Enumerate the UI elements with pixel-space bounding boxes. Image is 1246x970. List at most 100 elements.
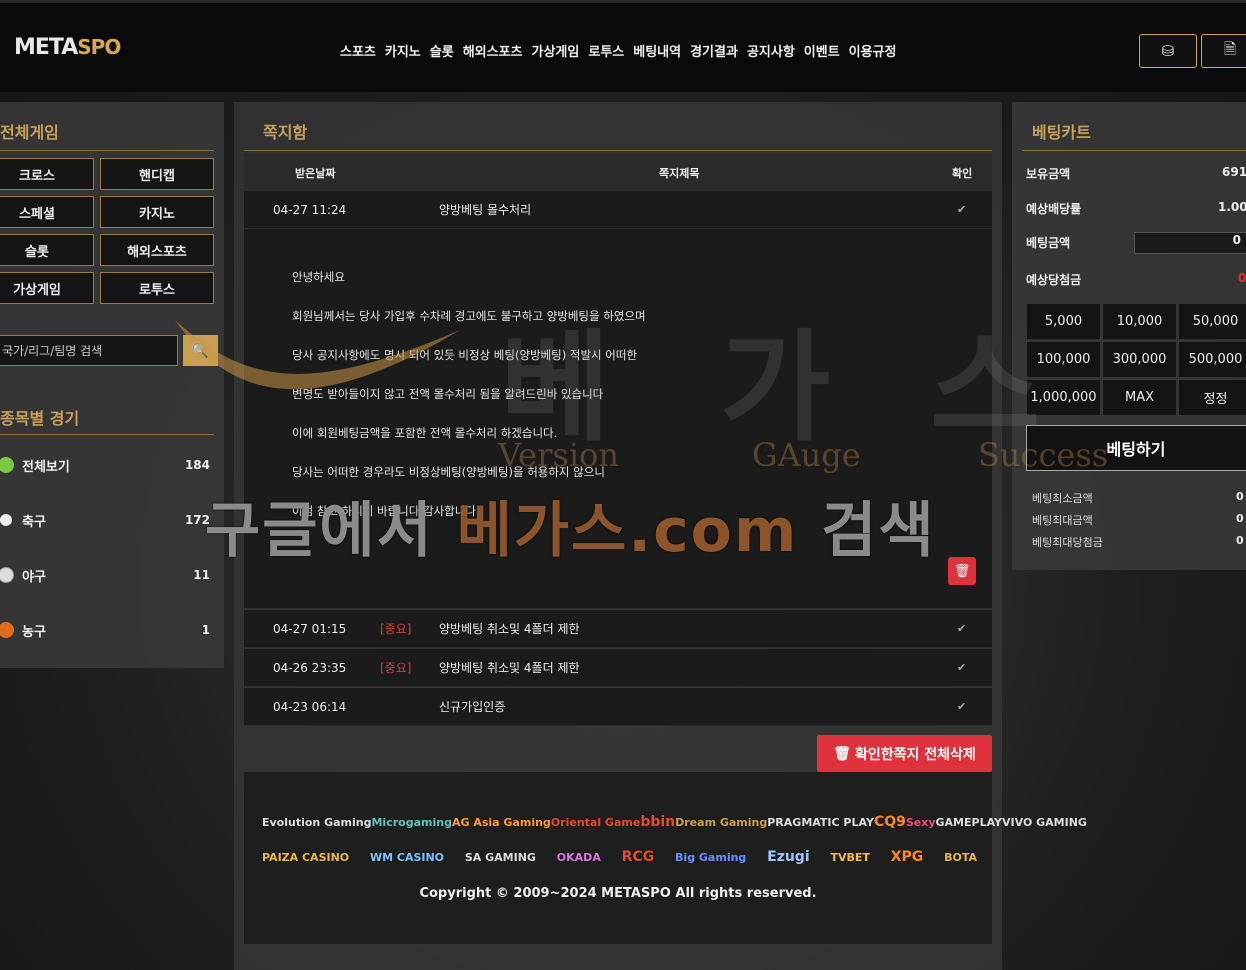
amount-reset-button[interactable]: 정정 xyxy=(1179,380,1246,415)
game-handicap-button[interactable]: 핸디캡 xyxy=(100,158,214,190)
nav-virtual-game[interactable]: 가상게임 xyxy=(532,41,580,60)
footer: Evolution Gaming Microgaming AG Asia Gam… xyxy=(244,772,1087,944)
sport-basketball[interactable]: 농구 1 xyxy=(0,615,210,645)
watermark-brand: 베가스.com xyxy=(456,496,799,566)
expected-win-label: 예상당첨금 xyxy=(1026,273,1082,287)
label: 정정 xyxy=(1203,392,1228,407)
amount-500000-button[interactable]: 500,000 xyxy=(1179,342,1246,377)
league-search-input[interactable]: 국가/리그/팀명 검색 xyxy=(0,335,178,366)
check-circle-icon: ✔ xyxy=(957,661,967,674)
message-subject: 양방베팅 몰수처리 xyxy=(439,203,532,217)
label: 5,000 xyxy=(1044,314,1083,329)
game-slot-button[interactable]: 슬롯 xyxy=(0,234,94,266)
amount-300000-button[interactable]: 300,000 xyxy=(1103,342,1176,377)
watermark-sub-text: GAuge xyxy=(752,436,861,474)
provider-logo: Evolution Gaming xyxy=(262,815,372,829)
bet-amount-input[interactable]: 0 xyxy=(1134,232,1246,254)
soccer-ball-icon xyxy=(0,512,14,528)
amount-50000-button[interactable]: 50,000 xyxy=(1179,304,1246,339)
sport-name: 농구 xyxy=(22,624,46,640)
amount-max-button[interactable]: MAX xyxy=(1103,380,1176,415)
bet-amount-label: 베팅금액 xyxy=(1026,236,1071,250)
amount-10000-button[interactable]: 10,000 xyxy=(1103,304,1176,339)
nav-slot[interactable]: 슬롯 xyxy=(430,41,454,60)
message-row[interactable]: 04-23 06:14 신규가입인증 ✔ xyxy=(244,688,992,726)
provider-logo: VIVO GAMING xyxy=(1002,815,1087,829)
check-circle-icon: ✔ xyxy=(957,700,967,713)
label: 해외스포츠 xyxy=(127,244,187,260)
provider-logo: PRAGMATIC PLAY xyxy=(767,815,874,829)
document-button[interactable]: 🗎 xyxy=(1201,34,1246,68)
sport-name: 전체보기 xyxy=(22,459,70,475)
nav-casino[interactable]: 카지노 xyxy=(385,41,421,60)
provider-logo: SA GAMING xyxy=(464,850,536,864)
nav-overseas-sports[interactable]: 해외스포츠 xyxy=(463,41,523,60)
sport-count: 11 xyxy=(193,568,210,582)
important-tag: [중요] xyxy=(380,622,412,636)
provider-logo: XPG xyxy=(890,849,924,865)
nav-event[interactable]: 이벤트 xyxy=(804,41,840,60)
provider-logo: OKADA xyxy=(556,850,601,864)
logo-meta-text: META xyxy=(14,35,78,60)
coins-button[interactable]: ⛁ xyxy=(1139,34,1197,68)
label: 가상게임 xyxy=(13,282,61,298)
provider-logo: Sexy xyxy=(905,815,936,829)
nav-rules[interactable]: 이용규정 xyxy=(849,41,897,60)
delete-message-button[interactable]: 🗑 xyxy=(948,557,976,585)
important-tag: [중요] xyxy=(380,661,412,675)
game-virtual-button[interactable]: 가상게임 xyxy=(0,272,94,304)
game-overseas-button[interactable]: 해외스포츠 xyxy=(100,234,214,266)
metaspo-logo[interactable]: METASPO xyxy=(14,35,121,60)
logo-spo-text: SPO xyxy=(77,35,121,59)
provider-logo: PAIZA CASINO xyxy=(262,850,350,864)
provider-logos-row-1: Evolution Gaming Microgaming AG Asia Gam… xyxy=(262,814,1087,830)
sport-name: 야구 xyxy=(22,569,46,585)
divider xyxy=(244,150,992,151)
game-cross-button[interactable]: 크로스 xyxy=(0,158,94,190)
max-bet-label: 베팅최대금액 xyxy=(1032,514,1093,527)
check-circle-icon: ✔ xyxy=(957,203,967,216)
message-date: 04-27 11:24 xyxy=(273,202,347,217)
game-special-button[interactable]: 스페셜 xyxy=(0,196,94,228)
message-row-open[interactable]: 04-27 11:24 양방베팅 몰수처리 ✔ xyxy=(244,191,992,229)
sport-all[interactable]: 전체보기 184 xyxy=(0,450,210,480)
trash-icon: 🗑 xyxy=(833,745,851,762)
nav-bet-history[interactable]: 베팅내역 xyxy=(633,41,681,60)
message-row[interactable]: 04-26 23:35 [중요] 양방베팅 취소및 4폴더 제한 ✔ xyxy=(244,649,992,687)
odds-label: 예상배당률 xyxy=(1026,202,1082,216)
message-date: 04-23 06:14 xyxy=(273,699,347,714)
message-table-header: 받은날짜 쪽지제목 확인 xyxy=(244,154,992,191)
max-win-value: 0 xyxy=(1236,534,1244,547)
copyright-text: Copyright © 2009~2024 METASPO All rights… xyxy=(419,886,817,901)
watermark-prefix: 구글에서 xyxy=(205,496,457,566)
nav-notice[interactable]: 공지사항 xyxy=(747,41,795,60)
header: METASPO 스포츠 카지노 슬롯 해외스포츠 가상게임 로투스 베팅내역 경… xyxy=(0,0,1246,92)
divider xyxy=(0,150,214,151)
provider-logo: AG Asia Gaming xyxy=(451,815,551,829)
nav-sports[interactable]: 스포츠 xyxy=(340,41,376,60)
game-lotus-button[interactable]: 로투스 xyxy=(100,272,214,304)
provider-logo: Ezugi xyxy=(767,849,810,865)
col-subject: 쪽지제목 xyxy=(659,166,700,180)
coins-icon: ⛁ xyxy=(1161,42,1175,60)
watermark-sub-text: Success xyxy=(978,436,1109,474)
provider-logo: CQ9 xyxy=(873,814,906,830)
sport-soccer[interactable]: 축구 172 xyxy=(0,505,210,535)
nav-lotus[interactable]: 로투스 xyxy=(588,41,624,60)
sport-baseball[interactable]: 야구 11 xyxy=(0,560,210,590)
all-icon xyxy=(0,457,14,473)
provider-logo: Dream Gaming xyxy=(675,815,768,829)
delete-read-messages-button[interactable]: 🗑 확인한쪽지 전체삭제 xyxy=(817,735,992,772)
label: 카지노 xyxy=(139,206,175,222)
provider-logo: WM CASINO xyxy=(369,850,445,864)
watermark-search-text: 구글에서 베가스.com 검색 xyxy=(205,482,936,569)
check-circle-icon: ✔ xyxy=(957,622,967,635)
label: 크로스 xyxy=(19,168,55,184)
provider-logo: Oriental Game xyxy=(550,815,641,829)
provider-logo: TVBET xyxy=(830,850,870,864)
nav-results[interactable]: 경기결과 xyxy=(690,41,738,60)
message-subject: 양방베팅 취소및 4폴더 제한 xyxy=(439,661,580,675)
message-row[interactable]: 04-27 01:15 [중요] 양방베팅 취소및 4폴더 제한 ✔ xyxy=(244,610,992,648)
game-casino-button[interactable]: 카지노 xyxy=(100,196,214,228)
expected-win-value: 0 xyxy=(1238,271,1246,285)
